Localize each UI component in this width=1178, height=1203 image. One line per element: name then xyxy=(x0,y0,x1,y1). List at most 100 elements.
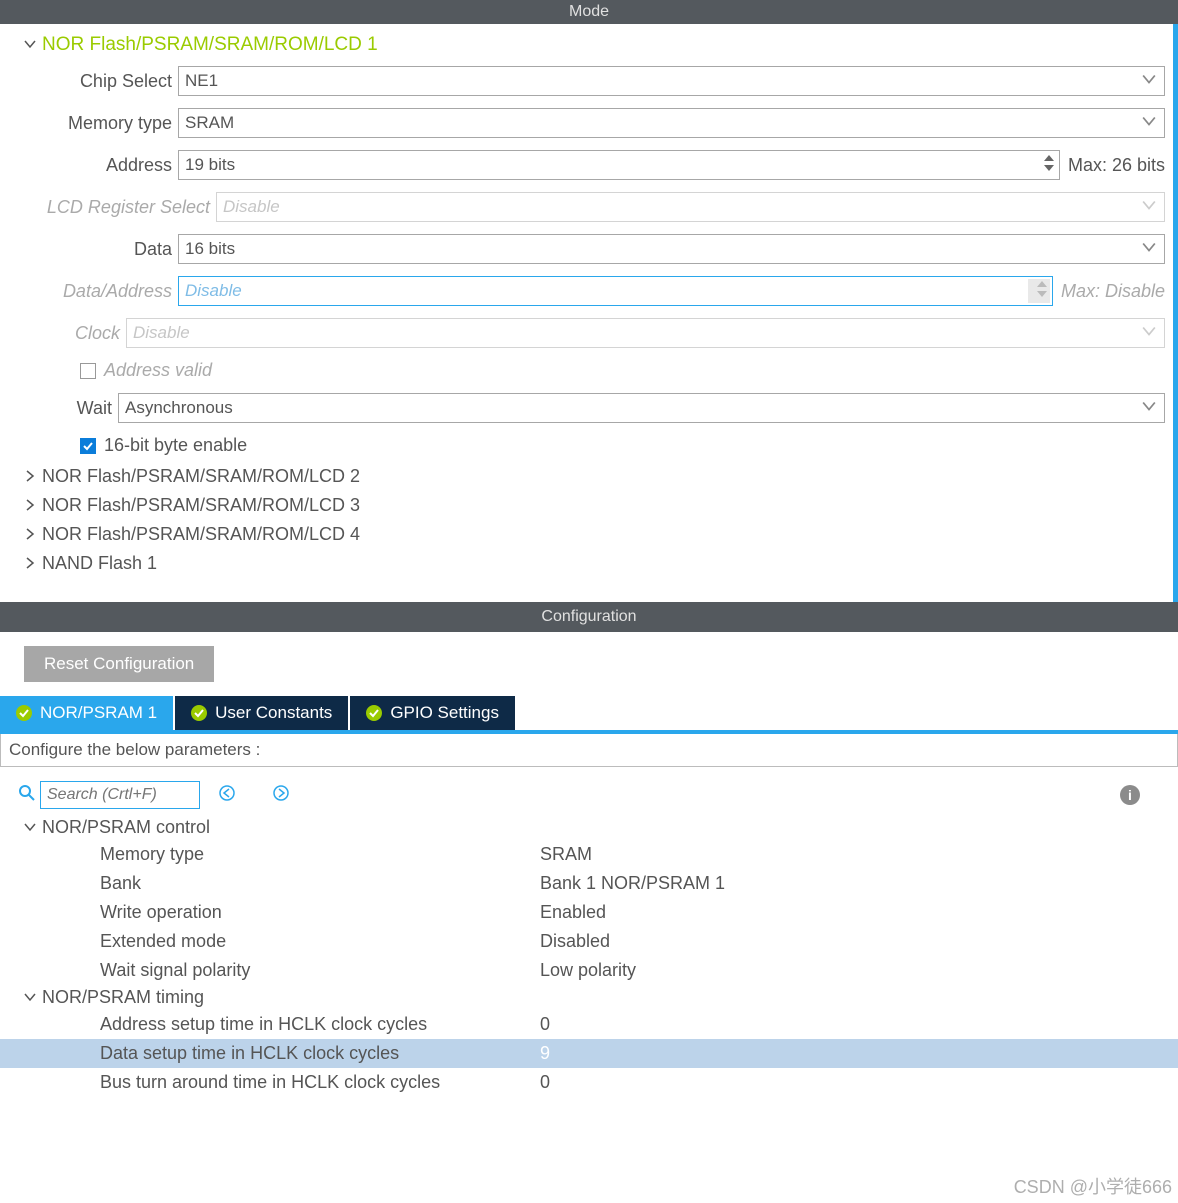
field-label: Memory type xyxy=(0,113,178,134)
chevron-right-icon[interactable] xyxy=(24,527,42,543)
chip-select-dropdown[interactable]: NE1 xyxy=(178,66,1165,96)
field-byte-enable: 16-bit byte enable xyxy=(0,429,1173,462)
tab-gpio-settings[interactable]: GPIO Settings xyxy=(350,696,515,730)
select-value: Asynchronous xyxy=(125,398,233,418)
mode-item-3[interactable]: NOR Flash/PSRAM/SRAM/ROM/LCD 3 xyxy=(0,491,1173,520)
select-value: NE1 xyxy=(185,71,218,91)
param-value: 0 xyxy=(540,1014,550,1035)
chevron-down-icon xyxy=(1142,197,1156,217)
group-nor-psram-timing[interactable]: NOR/PSRAM timing xyxy=(0,985,1178,1010)
chevron-down-icon[interactable] xyxy=(24,820,42,836)
param-wait-signal-polarity[interactable]: Wait signal polarityLow polarity xyxy=(0,956,1178,985)
info-icon[interactable]: i xyxy=(1120,785,1140,805)
field-label: Wait xyxy=(0,398,118,419)
chevron-down-icon xyxy=(1142,398,1156,418)
config-tabs: NOR/PSRAM 1 User Constants GPIO Settings xyxy=(0,696,1178,730)
param-data-setup-time[interactable]: Data setup time in HCLK clock cycles9 xyxy=(0,1039,1178,1068)
field-label: LCD Register Select xyxy=(0,197,216,218)
select-value: Disable xyxy=(133,323,190,343)
param-value: Disabled xyxy=(540,931,610,952)
mode-item-5[interactable]: NAND Flash 1 xyxy=(0,549,1173,578)
chevron-down-icon xyxy=(1142,323,1156,343)
memory-type-dropdown[interactable]: SRAM xyxy=(178,108,1165,138)
group-title: NOR/PSRAM control xyxy=(42,817,210,838)
field-chip-select: Chip Select NE1 xyxy=(0,60,1173,102)
param-value: 0 xyxy=(540,1072,550,1093)
reset-configuration-button[interactable]: Reset Configuration xyxy=(24,646,214,682)
param-value: Bank 1 NOR/PSRAM 1 xyxy=(540,873,725,894)
config-toolbar: i xyxy=(0,767,1178,815)
tab-user-constants[interactable]: User Constants xyxy=(175,696,348,730)
data-address-max: Max: Disable xyxy=(1061,281,1165,302)
checkbox-label: Address valid xyxy=(104,360,212,381)
field-address: Address 19 bits Max: 26 bits xyxy=(0,144,1173,186)
field-data: Data 16 bits xyxy=(0,228,1173,270)
param-label: Memory type xyxy=(100,844,540,865)
field-wait: Wait Asynchronous xyxy=(0,387,1173,429)
param-label: Extended mode xyxy=(100,931,540,952)
checkbox-label: 16-bit byte enable xyxy=(104,435,247,456)
field-label: Data/Address xyxy=(0,281,178,302)
param-label: Address setup time in HCLK clock cycles xyxy=(100,1014,540,1035)
byte-enable-checkbox[interactable] xyxy=(80,438,96,454)
prev-result-icon[interactable] xyxy=(218,784,236,807)
param-label: Bus turn around time in HCLK clock cycle… xyxy=(100,1072,540,1093)
check-circle-icon xyxy=(366,705,382,721)
mode-item-2[interactable]: NOR Flash/PSRAM/SRAM/ROM/LCD 2 xyxy=(0,462,1173,491)
param-value: SRAM xyxy=(540,844,592,865)
mode-panel: NOR Flash/PSRAM/SRAM/ROM/LCD 1 Chip Sele… xyxy=(0,24,1178,602)
param-write-operation[interactable]: Write operationEnabled xyxy=(0,898,1178,927)
field-address-valid: Address valid xyxy=(0,354,1173,387)
mode-header: Mode xyxy=(0,0,1178,24)
spinner-buttons xyxy=(1036,279,1048,299)
group-nor-psram-control[interactable]: NOR/PSRAM control xyxy=(0,815,1178,840)
param-label: Data setup time in HCLK clock cycles xyxy=(100,1043,540,1064)
configuration-panel: Reset Configuration NOR/PSRAM 1 User Con… xyxy=(0,632,1178,1097)
field-memory-type: Memory type SRAM xyxy=(0,102,1173,144)
param-extended-mode[interactable]: Extended modeDisabled xyxy=(0,927,1178,956)
tab-nor-psram-1[interactable]: NOR/PSRAM 1 xyxy=(0,696,173,730)
param-bank[interactable]: BankBank 1 NOR/PSRAM 1 xyxy=(0,869,1178,898)
address-spinner[interactable]: 19 bits xyxy=(178,150,1060,180)
spinner-buttons[interactable] xyxy=(1043,153,1055,173)
tab-label: NOR/PSRAM 1 xyxy=(40,703,157,723)
chevron-right-icon[interactable] xyxy=(24,498,42,514)
field-label: Address xyxy=(0,155,178,176)
param-memory-type[interactable]: Memory typeSRAM xyxy=(0,840,1178,869)
field-lcd-register: LCD Register Select Disable xyxy=(0,186,1173,228)
select-value: 16 bits xyxy=(185,239,235,259)
param-value: Low polarity xyxy=(540,960,636,981)
chevron-down-icon[interactable] xyxy=(24,990,42,1006)
chevron-down-icon xyxy=(1142,71,1156,91)
configure-hint: Configure the below parameters : xyxy=(0,734,1178,767)
mode-item-1[interactable]: NOR Flash/PSRAM/SRAM/ROM/LCD 1 xyxy=(0,30,1173,60)
mode-item-title: NOR Flash/PSRAM/SRAM/ROM/LCD 1 xyxy=(42,34,378,56)
check-circle-icon xyxy=(191,705,207,721)
mode-item-4[interactable]: NOR Flash/PSRAM/SRAM/ROM/LCD 4 xyxy=(0,520,1173,549)
chevron-down-icon xyxy=(1142,239,1156,259)
select-value: SRAM xyxy=(185,113,234,133)
chevron-right-icon[interactable] xyxy=(24,556,42,572)
chevron-right-icon[interactable] xyxy=(24,469,42,485)
param-address-setup-time[interactable]: Address setup time in HCLK clock cycles0 xyxy=(0,1010,1178,1039)
field-label: Clock xyxy=(0,323,126,344)
chevron-down-icon[interactable] xyxy=(24,37,42,53)
address-max: Max: 26 bits xyxy=(1068,155,1165,176)
mode-item-title: NOR Flash/PSRAM/SRAM/ROM/LCD 2 xyxy=(42,466,360,487)
data-dropdown[interactable]: 16 bits xyxy=(178,234,1165,264)
field-data-address: Data/Address Disable Max: Disable xyxy=(0,270,1173,312)
mode-item-1-fields: Chip Select NE1 Memory type SRAM Address… xyxy=(0,60,1173,462)
search-input[interactable] xyxy=(40,781,200,809)
next-result-icon[interactable] xyxy=(272,784,290,807)
param-value: Enabled xyxy=(540,902,606,923)
field-clock: Clock Disable xyxy=(0,312,1173,354)
configuration-header: Configuration xyxy=(0,602,1178,632)
select-value: Disable xyxy=(223,197,280,217)
param-label: Write operation xyxy=(100,902,540,923)
param-bus-turnaround-time[interactable]: Bus turn around time in HCLK clock cycle… xyxy=(0,1068,1178,1097)
lcd-register-dropdown: Disable xyxy=(216,192,1165,222)
wait-dropdown[interactable]: Asynchronous xyxy=(118,393,1165,423)
chevron-down-icon xyxy=(1142,113,1156,133)
spinner-value: Disable xyxy=(185,281,242,301)
param-value: 9 xyxy=(540,1043,550,1064)
